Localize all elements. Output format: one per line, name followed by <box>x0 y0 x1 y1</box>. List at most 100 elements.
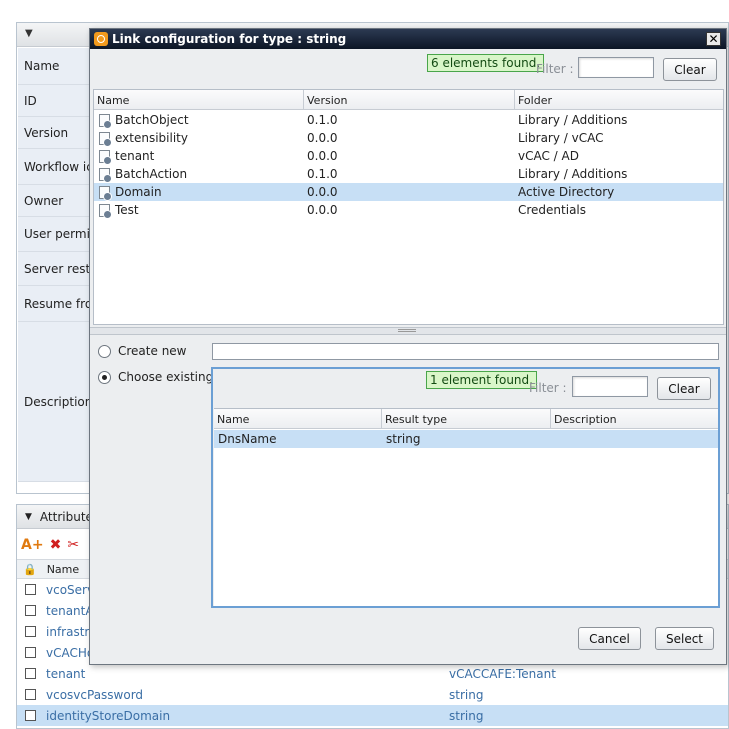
row-name: DnsName <box>218 432 277 446</box>
create-new-input[interactable] <box>212 343 719 360</box>
attribute-name: tenant <box>46 666 86 681</box>
choose-existing-radio[interactable] <box>98 370 111 384</box>
collapse-chevron-icon[interactable]: ▼ <box>25 28 33 39</box>
configuration-element-icon <box>99 113 112 129</box>
row-version: 0.0.0 <box>307 131 338 145</box>
clear-button[interactable]: Clear <box>663 58 717 81</box>
row-name: BatchObject <box>115 113 189 127</box>
choose-existing-label: Choose existing <box>118 370 214 384</box>
column-description[interactable]: Description <box>551 409 718 429</box>
attributes-title: Attribute <box>39 509 93 524</box>
lock-icon: 🔒 <box>23 562 37 576</box>
form-label-server-restart: Server resta <box>18 252 90 286</box>
configuration-element-icon <box>99 185 112 201</box>
row-folder: Active Directory <box>518 185 615 199</box>
divider-grip-icon[interactable] <box>398 329 416 332</box>
attribute-row[interactable]: vcosvcPassword string <box>17 684 728 705</box>
found-badge: 6 elements found. <box>427 54 545 72</box>
clear-button[interactable]: Clear <box>657 377 711 400</box>
split-divider[interactable] <box>90 327 726 335</box>
form-label-name: Name <box>18 48 90 85</box>
column-folder[interactable]: Folder <box>515 90 725 110</box>
row-name: tenant <box>115 149 155 163</box>
filter-input[interactable] <box>578 57 654 78</box>
choose-existing-option[interactable]: Choose existing <box>98 370 213 384</box>
add-attribute-icon[interactable]: A+ <box>21 537 44 553</box>
form-label-resume-from: Resume fro <box>18 286 90 322</box>
app-logo-icon <box>94 32 108 46</box>
attribute-type: vCACCAFE:Tenant <box>449 666 556 681</box>
table-row[interactable]: Domain 0.0.0 Active Directory <box>94 183 723 201</box>
configuration-elements-table: Name Version Folder BatchObject 0.1.0 Li… <box>93 89 724 325</box>
close-icon[interactable]: ✕ <box>706 32 721 46</box>
column-result-type[interactable]: Result type <box>382 409 551 429</box>
form-label-description: Description <box>18 322 90 482</box>
row-checkbox[interactable] <box>25 689 36 700</box>
attribute-row[interactable]: identityStoreDomain string <box>17 705 728 726</box>
dialog-titlebar[interactable]: Link configuration for type : string ✕ <box>90 29 726 49</box>
column-version[interactable]: Version <box>304 90 515 110</box>
attribute-type: string <box>449 708 484 723</box>
row-version: 0.1.0 <box>307 167 338 181</box>
row-folder: Library / vCAC <box>518 131 604 145</box>
row-version: 0.0.0 <box>307 149 338 163</box>
collapse-chevron-icon[interactable]: ▼ <box>25 512 32 522</box>
row-name: Domain <box>115 185 162 199</box>
table-row[interactable]: DnsName string <box>214 430 718 448</box>
row-checkbox[interactable] <box>25 647 36 658</box>
attribute-name: vcosvcPassword <box>46 687 144 702</box>
create-new-label: Create new <box>118 344 187 358</box>
attribute-name: vcoServ <box>46 582 95 597</box>
choose-existing-panel: 1 element found. Filter : Clear Name Res… <box>211 367 720 608</box>
attributes-toolbar: A+ ✖ ✂ <box>21 535 79 555</box>
row-folder: Library / Additions <box>518 113 628 127</box>
filter-input[interactable] <box>572 376 648 397</box>
row-checkbox[interactable] <box>25 584 36 595</box>
row-checkbox[interactable] <box>25 605 36 616</box>
row-checkbox[interactable] <box>25 626 36 637</box>
attributes-table: Name Result type Description DnsName str… <box>214 408 718 606</box>
table-row[interactable]: extensibility 0.0.0 Library / vCAC <box>94 129 723 147</box>
found-badge: 1 element found. <box>426 371 537 389</box>
row-name: BatchAction <box>115 167 188 181</box>
create-new-radio[interactable] <box>98 344 111 358</box>
form-label-user-permissions: User permis <box>18 217 90 252</box>
row-version: 0.1.0 <box>307 113 338 127</box>
delete-icon[interactable]: ✖ <box>50 537 62 553</box>
table-row[interactable]: Test 0.0.0 Credentials <box>94 201 723 219</box>
configuration-element-icon <box>99 167 112 183</box>
table-row[interactable]: BatchAction 0.1.0 Library / Additions <box>94 165 723 183</box>
column-name[interactable]: Name <box>214 409 382 429</box>
cancel-button[interactable]: Cancel <box>578 627 641 650</box>
row-checkbox[interactable] <box>25 668 36 679</box>
row-checkbox[interactable] <box>25 710 36 721</box>
column-name[interactable]: Name <box>47 563 79 576</box>
attribute-name: vCACHo <box>46 645 95 660</box>
row-version: 0.0.0 <box>307 185 338 199</box>
table-row[interactable]: BatchObject 0.1.0 Library / Additions <box>94 111 723 129</box>
select-button[interactable]: Select <box>655 627 714 650</box>
form-label-workflow-icon: Workflow ico <box>18 149 90 185</box>
filter-label: Filter : <box>536 62 574 76</box>
form-label-version: Version <box>18 117 90 149</box>
attribute-row[interactable]: tenant vCACCAFE:Tenant <box>17 663 728 684</box>
form-label-owner: Owner <box>18 185 90 217</box>
row-folder: vCAC / AD <box>518 149 579 163</box>
column-name[interactable]: Name <box>94 90 304 110</box>
row-result-type: string <box>386 432 421 446</box>
filter-label: Filter : <box>529 381 567 395</box>
cut-icon[interactable]: ✂ <box>67 537 79 553</box>
create-new-option[interactable]: Create new <box>98 344 187 358</box>
dialog-title: Link configuration for type : string <box>112 32 347 46</box>
table-header: Name Version Folder <box>94 90 723 110</box>
row-name: extensibility <box>115 131 188 145</box>
configuration-element-icon <box>99 149 112 165</box>
form-label-id: ID <box>18 85 90 117</box>
attribute-name: tenantA <box>46 603 94 618</box>
row-name: Test <box>115 203 139 217</box>
row-folder: Library / Additions <box>518 167 628 181</box>
configuration-element-icon <box>99 203 112 219</box>
link-configuration-dialog: Link configuration for type : string ✕ 6… <box>89 28 727 665</box>
table-row[interactable]: tenant 0.0.0 vCAC / AD <box>94 147 723 165</box>
configuration-element-icon <box>99 131 112 147</box>
